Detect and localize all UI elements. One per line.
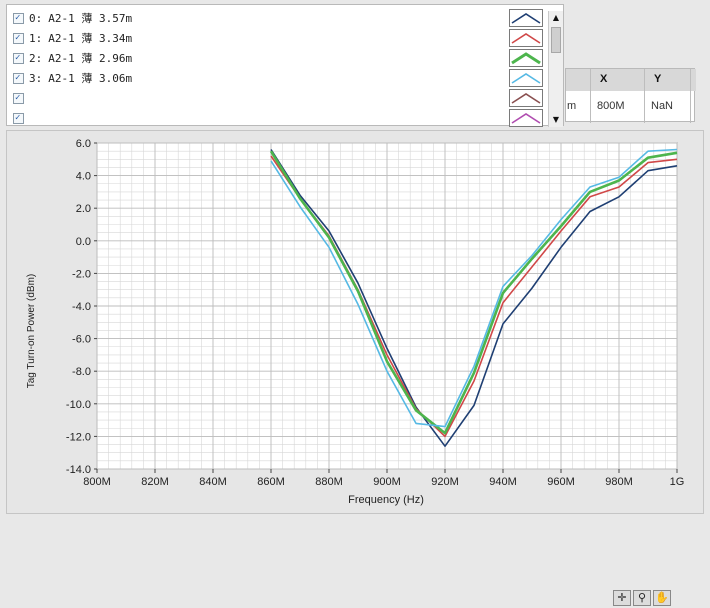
x-tick-label: 860M — [257, 476, 285, 488]
x-axis-label: Frequency (Hz) — [348, 494, 424, 506]
checkbox-icon[interactable] — [13, 72, 24, 84]
legend-label: A2-1 薄 3.34m — [48, 32, 133, 45]
scroll-down-arrow-icon[interactable]: ▼ — [549, 113, 563, 127]
y-tick-label: 4.0 — [76, 171, 91, 183]
x-tick-label: 960M — [547, 476, 575, 488]
y-tick-label: -6.0 — [72, 334, 91, 346]
zoom-magnifier-icon[interactable]: ⚲ — [633, 590, 651, 606]
x-tick-label: 820M — [141, 476, 169, 488]
legend-label: A2-1 薄 3.06m — [48, 72, 133, 85]
cursor-y-value[interactable]: NaN — [651, 100, 673, 112]
legend-row[interactable] — [13, 89, 29, 107]
x-tick-label: 920M — [431, 476, 459, 488]
y-tick-label: -4.0 — [72, 301, 91, 313]
x-tick-label: 980M — [605, 476, 633, 488]
legend-index: 2: — [29, 51, 43, 65]
y-tick-label: 6.0 — [76, 138, 91, 150]
scroll-up-arrow-icon[interactable]: ▲ — [549, 11, 563, 25]
legend-label: A2-1 薄 2.96m — [48, 52, 133, 65]
legend-row[interactable]: 1: A2-1 薄 3.34m — [13, 29, 132, 47]
y-tick-label: 2.0 — [76, 203, 91, 215]
legend-row[interactable]: 2: A2-1 薄 2.96m — [13, 49, 132, 67]
plot-style-swatch[interactable] — [509, 9, 543, 27]
chart-canvas[interactable]: 800M 820M 840M 860M 880M 900M 920M 940M 960M 980M… — [7, 131, 703, 513]
cursor-name[interactable]: m — [567, 100, 576, 112]
plot-style-swatch[interactable] — [509, 109, 543, 127]
x-tick-label: 940M — [489, 476, 517, 488]
y-tick-label: -10.0 — [66, 399, 91, 411]
x-tick-label: 880M — [315, 476, 343, 488]
y-tick-label: -12.0 — [66, 431, 91, 443]
pan-hand-icon[interactable]: ✋ — [653, 590, 671, 606]
cursor-x-value[interactable]: 800M — [597, 100, 625, 112]
legend-row[interactable]: 3: A2-1 薄 3.06m — [13, 69, 132, 87]
checkbox-icon[interactable] — [13, 112, 24, 124]
y-axis-label: Tag Turn-on Power (dBm) — [26, 274, 37, 389]
legend-label: A2-1 薄 3.57m — [48, 12, 133, 25]
y-tick-label: -2.0 — [72, 268, 91, 280]
plot-style-swatch[interactable] — [509, 69, 543, 87]
graph-palette: ✛ ⚲ ✋ — [613, 590, 671, 608]
cursor-header: X Y — [566, 69, 696, 91]
plot-style-swatch[interactable] — [509, 89, 543, 107]
waveform-graph: 800M 820M 840M 860M 880M 900M 920M 940M 960M 980M… — [6, 130, 704, 606]
crosshair-cursor-icon[interactable]: ✛ — [613, 590, 631, 606]
checkbox-icon[interactable] — [13, 12, 24, 24]
x-tick-label: 840M — [199, 476, 227, 488]
x-tick-label: 1G — [670, 476, 685, 488]
legend-index: 3: — [29, 71, 43, 85]
plot-style-swatch[interactable] — [509, 49, 543, 67]
cursor-legend: X Y m 800M NaN — [565, 68, 696, 123]
x-tick-label: 800M — [83, 476, 111, 488]
checkbox-icon[interactable] — [13, 32, 24, 44]
plot-legend: 0: A2-1 薄 3.57m 1: A2-1 薄 3.34m 2: A2-1 … — [6, 4, 564, 127]
x-tick-label: 900M — [373, 476, 401, 488]
y-tick-label: -14.0 — [66, 464, 91, 476]
checkbox-icon[interactable] — [13, 52, 24, 64]
legend-index: 1: — [29, 31, 43, 45]
legend-row[interactable] — [13, 109, 29, 127]
cursor-y-header: Y — [654, 73, 662, 85]
y-tick-label: -8.0 — [72, 366, 91, 378]
scroll-thumb[interactable] — [551, 27, 561, 53]
legend-scrollbar[interactable]: ▲ ▼ — [548, 11, 563, 127]
legend-row[interactable]: 0: A2-1 薄 3.57m — [13, 9, 132, 27]
cursor-x-header: X — [600, 73, 608, 85]
checkbox-icon[interactable] — [13, 92, 24, 104]
y-tick-label: 0.0 — [76, 236, 91, 248]
plot-style-swatch[interactable] — [509, 29, 543, 47]
legend-index: 0: — [29, 11, 43, 25]
